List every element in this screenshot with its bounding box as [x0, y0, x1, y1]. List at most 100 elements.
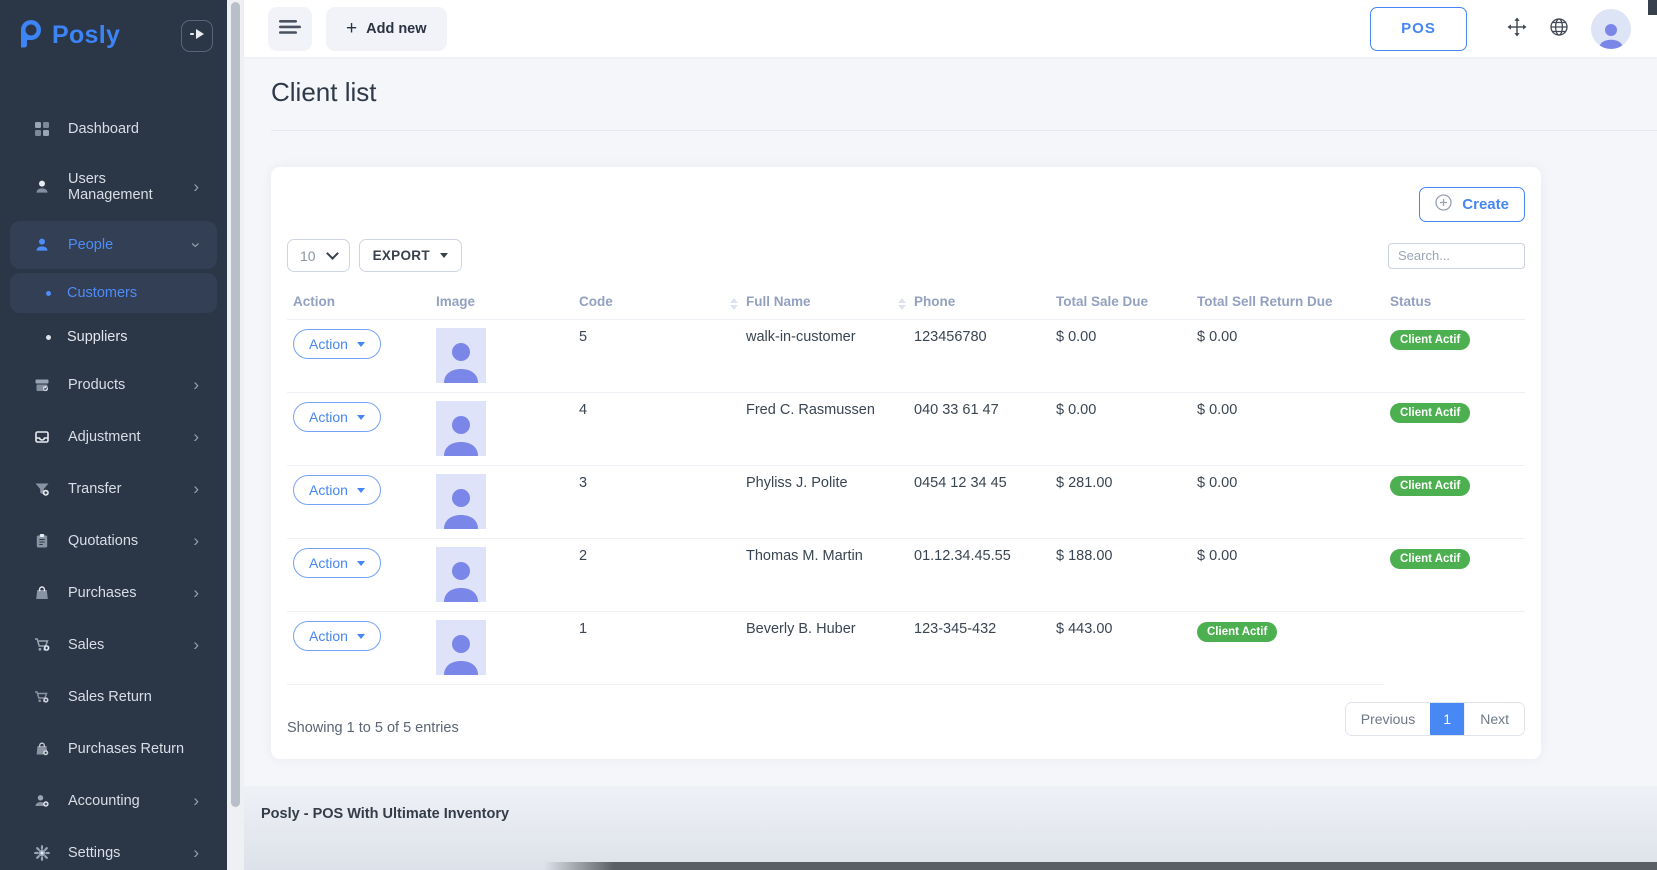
column-header-action[interactable]: Action — [287, 286, 430, 320]
sidebar-item-sales-return[interactable]: Sales Return — [10, 673, 217, 721]
row-action-button[interactable]: Action — [293, 548, 381, 578]
row-action-button[interactable]: Action — [293, 402, 381, 432]
user-avatar[interactable] — [1591, 9, 1631, 49]
bullet-icon — [46, 335, 51, 340]
entries-summary: Showing 1 to 5 of 5 entries — [287, 720, 459, 736]
menu-toggle-button[interactable] — [268, 7, 312, 51]
cell-phone: 040 33 61 47 — [908, 393, 1050, 466]
caret-down-icon — [440, 253, 448, 258]
export-label: EXPORT — [373, 248, 430, 263]
sidebar-item-people[interactable]: People › — [10, 221, 217, 269]
sidebar-item-label: Sales Return — [68, 689, 199, 705]
sidebar-item-label: People — [68, 237, 177, 253]
page-header: Client list — [271, 57, 1657, 131]
logo[interactable]: Posly — [12, 16, 120, 55]
app-root: Posly Dashboard Users Management › — [0, 0, 1657, 870]
sidebar: Posly Dashboard Users Management › — [0, 0, 227, 870]
sidebar-item-label: Customers — [67, 285, 137, 301]
caret-down-icon — [357, 488, 365, 493]
page-size-value: 10 — [300, 248, 316, 264]
search-input[interactable] — [1388, 243, 1525, 269]
column-header-status[interactable]: Status — [1384, 286, 1525, 320]
column-header-total-sale-due[interactable]: Total Sale Due — [1050, 286, 1191, 320]
pos-button[interactable]: POS — [1370, 7, 1467, 51]
hamburger-icon — [279, 20, 301, 37]
chevron-right-icon: › — [193, 848, 199, 858]
table-row: Action 5 walk-in-customer 123456780 $ 0.… — [287, 320, 1525, 393]
column-header-image[interactable]: Image — [430, 286, 573, 320]
status-badge: Client Actif — [1197, 622, 1277, 642]
gear-icon — [32, 843, 52, 863]
app-footer: Posly - POS With Ultimate Inventory — [244, 786, 1657, 870]
column-header-phone[interactable]: Phone — [908, 286, 1050, 320]
cell-total-sale-due: $ 443.00 — [1050, 612, 1191, 685]
sidebar-item-customers[interactable]: Customers — [10, 273, 217, 313]
chevron-right-icon: › — [193, 484, 199, 494]
sidebar-menu: Dashboard Users Management › People › Cu… — [0, 103, 227, 870]
row-action-button[interactable]: Action — [293, 475, 381, 505]
column-header-total-sell-return-due[interactable]: Total Sell Return Due — [1191, 286, 1384, 320]
corner-notch — [1648, 0, 1657, 15]
sidebar-header: Posly — [0, 0, 227, 65]
export-button[interactable]: EXPORT — [359, 239, 462, 272]
table-row: Action 3 Phyliss J. Polite 0454 12 34 45… — [287, 466, 1525, 539]
sidebar-item-accounting[interactable]: Accounting › — [10, 777, 217, 825]
chevron-right-icon: › — [193, 640, 199, 650]
logo-text: Posly — [52, 21, 120, 50]
next-page-button[interactable]: Next — [1464, 703, 1524, 735]
cell-total-sell-return-due: $ 0.00 — [1191, 393, 1384, 466]
chevron-right-icon: › — [193, 536, 199, 546]
pagination: Previous 1 Next — [1345, 702, 1525, 736]
fullscreen-move-button[interactable] — [1507, 17, 1527, 40]
topbar: + Add new POS — [244, 0, 1657, 57]
sidebar-item-settings[interactable]: Settings › — [10, 829, 217, 870]
arrows-move-icon — [1507, 17, 1527, 40]
sidebar-item-suppliers[interactable]: Suppliers — [10, 317, 217, 357]
column-header-code[interactable]: Code — [573, 286, 740, 320]
chevron-right-icon: › — [193, 588, 199, 598]
table-row: Action 1 Beverly B. Huber 123-345-432 $ … — [287, 612, 1525, 685]
clients-table: Action Image Code Full Name Phone Total … — [287, 286, 1525, 685]
scrollbar-thumb[interactable] — [231, 2, 240, 807]
sidebar-item-label: Users Management — [68, 171, 177, 203]
transfer-funnel-icon — [32, 479, 52, 499]
sidebar-item-quotations[interactable]: Quotations › — [10, 517, 217, 565]
row-action-button[interactable]: Action — [293, 621, 381, 651]
cell-code: 2 — [573, 539, 740, 612]
sales-return-cart-icon — [32, 687, 52, 707]
previous-page-button[interactable]: Previous — [1346, 703, 1430, 735]
current-page-button[interactable]: 1 — [1430, 703, 1464, 735]
column-header-full-name[interactable]: Full Name — [740, 286, 908, 320]
caret-down-icon — [357, 634, 365, 639]
cell-code: 1 — [573, 612, 740, 685]
sort-icon[interactable] — [898, 298, 906, 310]
cell-total-sale-due: $ 281.00 — [1050, 466, 1191, 539]
page-size-select[interactable]: 10 — [287, 239, 350, 272]
page-content: Client list Create 10 — [244, 57, 1657, 759]
sidebar-item-adjustment[interactable]: Adjustment › — [10, 413, 217, 461]
sidebar-collapse-button[interactable] — [181, 20, 213, 52]
language-globe-button[interactable] — [1549, 17, 1569, 40]
sort-icon[interactable] — [730, 298, 738, 310]
cell-total-sale-due: $ 188.00 — [1050, 539, 1191, 612]
sidebar-item-label: Purchases Return — [68, 741, 199, 757]
sidebar-item-transfer[interactable]: Transfer › — [10, 465, 217, 513]
sidebar-item-dashboard[interactable]: Dashboard — [10, 105, 217, 153]
sidebar-item-products[interactable]: Products › — [10, 361, 217, 409]
create-button[interactable]: Create — [1419, 187, 1525, 222]
chevron-down-icon: › — [191, 242, 201, 248]
sidebar-scrollbar[interactable] — [227, 0, 244, 870]
table-controls: 10 EXPORT — [287, 239, 1525, 272]
card-toolbar: Create — [287, 187, 1525, 222]
sidebar-item-users-management[interactable]: Users Management › — [10, 157, 217, 217]
table-header-row: Action Image Code Full Name Phone Total … — [287, 286, 1525, 320]
add-new-button[interactable]: + Add new — [326, 7, 447, 51]
row-action-button[interactable]: Action — [293, 329, 381, 359]
bullet-icon — [46, 291, 51, 296]
cell-code: 5 — [573, 320, 740, 393]
status-badge: Client Actif — [1390, 549, 1470, 569]
sidebar-item-purchases-return[interactable]: Purchases Return — [10, 725, 217, 773]
plus-circle-icon — [1435, 194, 1452, 215]
sidebar-item-purchases[interactable]: Purchases › — [10, 569, 217, 617]
sidebar-item-sales[interactable]: Sales › — [10, 621, 217, 669]
